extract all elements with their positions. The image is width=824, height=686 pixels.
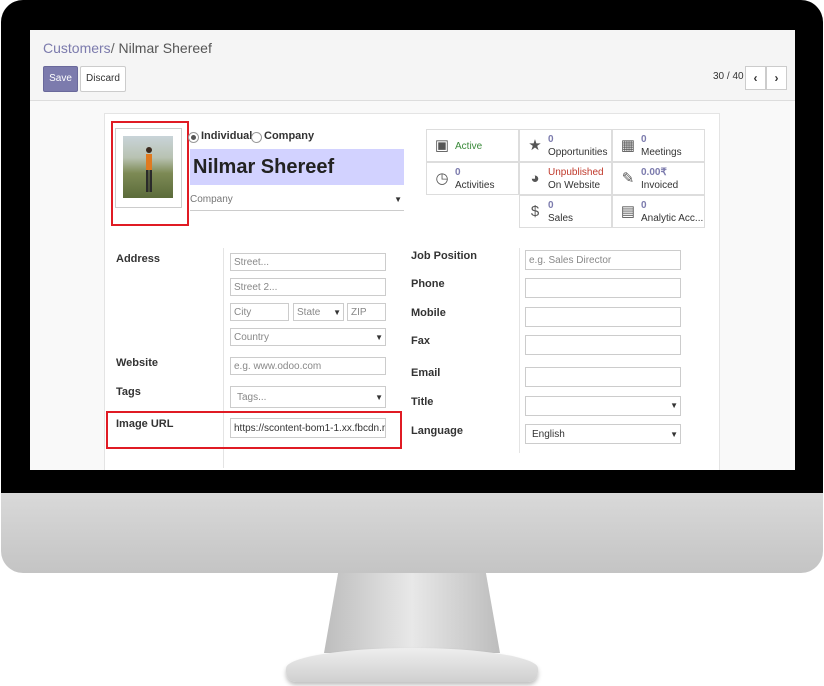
invoiced-amount: 0.00₹ bbox=[641, 167, 667, 178]
title-select[interactable]: ▼ bbox=[525, 396, 681, 416]
website-status: Unpublished bbox=[548, 167, 604, 178]
country-select[interactable]: Country ▼ bbox=[230, 328, 386, 346]
discard-button[interactable]: Discard bbox=[80, 66, 126, 92]
edit-icon: ✎ bbox=[621, 170, 635, 187]
dollar-icon: $ bbox=[530, 203, 540, 220]
right-divider bbox=[519, 248, 520, 453]
language-value: English bbox=[532, 429, 565, 440]
state-select[interactable]: State ▼ bbox=[293, 303, 344, 321]
website-button[interactable]: ◕ Unpublished On Website bbox=[519, 162, 612, 195]
star-icon: ★ bbox=[528, 137, 542, 154]
caret-down-icon: ▼ bbox=[394, 195, 402, 204]
address-label: Address bbox=[116, 253, 161, 265]
city-input[interactable]: City bbox=[230, 303, 289, 321]
state-placeholder: State bbox=[297, 307, 321, 318]
control-panel: Customers/ Nilmar Shereef Save Discard 3… bbox=[30, 30, 795, 101]
activities-count: 0 bbox=[455, 167, 461, 178]
mobile-input[interactable] bbox=[525, 307, 681, 327]
monitor-stand bbox=[324, 573, 500, 653]
caret-down-icon: ▼ bbox=[375, 333, 383, 342]
fax-input[interactable] bbox=[525, 335, 681, 355]
company-select-placeholder: Company bbox=[190, 194, 233, 205]
caret-down-icon: ▼ bbox=[670, 430, 678, 439]
activities-button[interactable]: ◷ 0 Activities bbox=[426, 162, 519, 195]
opportunities-count: 0 bbox=[548, 134, 554, 145]
job-position-input[interactable]: e.g. Sales Director bbox=[525, 250, 681, 270]
caret-down-icon: ▼ bbox=[375, 393, 383, 402]
phone-label: Phone bbox=[411, 278, 445, 290]
title-label: Title bbox=[411, 396, 434, 408]
breadcrumb: Customers/ Nilmar Shereef bbox=[43, 40, 212, 56]
screen: Customers/ Nilmar Shereef Save Discard 3… bbox=[30, 30, 795, 470]
chevron-right-icon: › bbox=[774, 71, 779, 85]
invoiced-button[interactable]: ✎ 0.00₹ Invoiced bbox=[612, 162, 705, 195]
country-placeholder: Country bbox=[234, 332, 270, 343]
analytic-count: 0 bbox=[641, 200, 647, 211]
company-radio[interactable] bbox=[251, 132, 262, 143]
archive-icon: ▣ bbox=[434, 137, 450, 154]
caret-down-icon: ▼ bbox=[670, 401, 678, 410]
fax-label: Fax bbox=[411, 335, 430, 347]
meetings-label: Meetings bbox=[641, 147, 682, 158]
language-select[interactable]: English ▼ bbox=[525, 424, 681, 444]
globe-icon: ◕ bbox=[530, 170, 540, 187]
phone-input[interactable] bbox=[525, 278, 681, 298]
breadcrumb-current: Nilmar Shereef bbox=[118, 40, 212, 56]
zip-input[interactable]: ZIP bbox=[347, 303, 386, 321]
partner-name-field[interactable]: Nilmar Shereef bbox=[190, 149, 404, 185]
opportunities-label: Opportunities bbox=[548, 147, 608, 158]
sales-count: 0 bbox=[548, 200, 554, 211]
meetings-count: 0 bbox=[641, 134, 647, 145]
company-select[interactable]: Company ▼ bbox=[190, 190, 404, 211]
street2-input[interactable]: Street 2... bbox=[230, 278, 386, 296]
analytic-label: Analytic Acc... bbox=[641, 213, 704, 224]
individual-label: Individual bbox=[201, 130, 253, 142]
website-label: On Website bbox=[548, 180, 601, 191]
tags-label: Tags bbox=[116, 386, 141, 398]
active-button[interactable]: ▣ Active bbox=[426, 129, 519, 162]
tags-input[interactable]: Tags... ▼ bbox=[230, 386, 386, 408]
monitor-chin bbox=[1, 493, 823, 573]
smart-buttons: ▣ Active ★ 0 Opportunities ▦ 0 Meetings … bbox=[426, 129, 707, 230]
opportunities-button[interactable]: ★ 0 Opportunities bbox=[519, 129, 612, 162]
website-label: Website bbox=[116, 357, 158, 369]
calendar-icon: ▦ bbox=[620, 137, 636, 154]
mobile-label: Mobile bbox=[411, 307, 446, 319]
job-position-label: Job Position bbox=[411, 250, 477, 262]
save-button[interactable]: Save bbox=[43, 66, 78, 92]
clock-icon: ◷ bbox=[435, 170, 449, 187]
caret-down-icon: ▼ bbox=[333, 308, 341, 317]
monitor-base bbox=[286, 648, 538, 682]
image-highlight-box bbox=[111, 121, 189, 226]
breadcrumb-separator: / bbox=[110, 40, 115, 56]
meetings-button[interactable]: ▦ 0 Meetings bbox=[612, 129, 705, 162]
chevron-left-icon: ‹ bbox=[753, 71, 758, 85]
book-icon: ▤ bbox=[620, 203, 636, 220]
analytic-button[interactable]: ▤ 0 Analytic Acc... bbox=[612, 195, 705, 228]
individual-radio[interactable] bbox=[188, 132, 199, 143]
sales-label: Sales bbox=[548, 213, 574, 224]
company-label: Company bbox=[264, 130, 315, 142]
email-input[interactable] bbox=[525, 367, 681, 387]
street-input[interactable]: Street... bbox=[230, 253, 386, 271]
breadcrumb-parent[interactable]: Customers bbox=[43, 40, 111, 56]
website-input[interactable]: e.g. www.odoo.com bbox=[230, 357, 386, 375]
email-label: Email bbox=[411, 367, 441, 379]
invoiced-label: Invoiced bbox=[641, 180, 679, 191]
sales-button[interactable]: $ 0 Sales bbox=[519, 195, 612, 228]
tags-placeholder: Tags... bbox=[237, 392, 267, 403]
active-label: Active bbox=[455, 141, 483, 152]
image-url-highlight-box bbox=[106, 411, 402, 449]
language-label: Language bbox=[411, 425, 463, 437]
pager-next-button[interactable]: › bbox=[766, 66, 787, 90]
pager-prev-button[interactable]: ‹ bbox=[745, 66, 766, 90]
activities-label: Activities bbox=[455, 180, 495, 191]
pager-value: 30 / 40 bbox=[713, 71, 744, 82]
